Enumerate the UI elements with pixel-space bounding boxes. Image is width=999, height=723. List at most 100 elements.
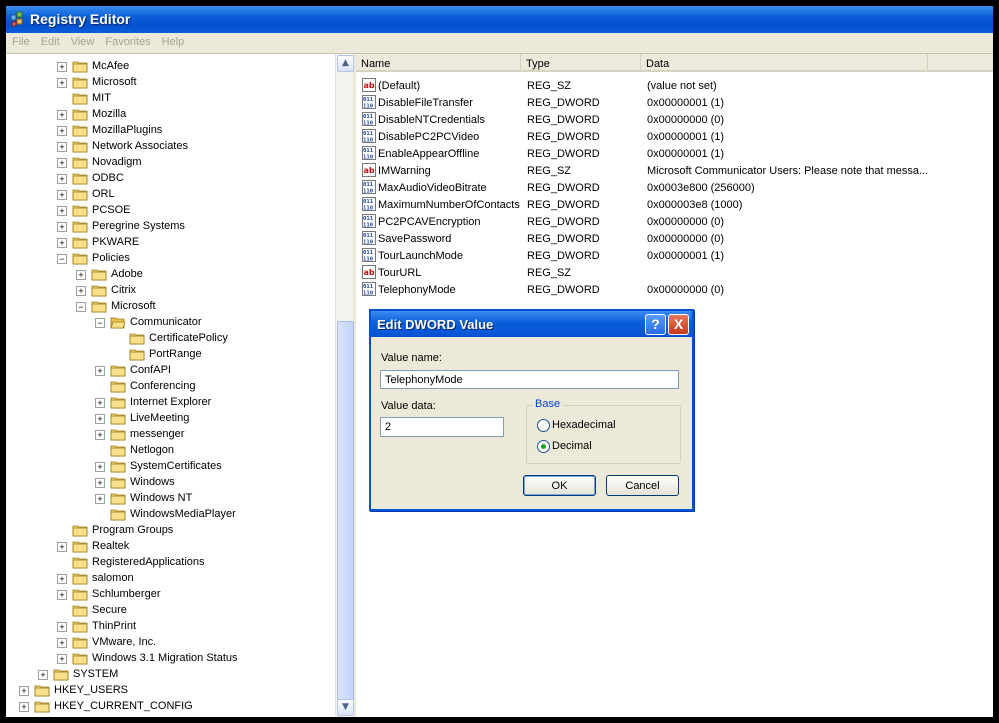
value-row[interactable]: ab TourURL REG_SZ — [356, 265, 956, 282]
tree-item[interactable]: + Novadigm — [6, 155, 336, 171]
expand-icon[interactable]: + — [57, 238, 67, 248]
tree-item[interactable]: PortRange — [6, 347, 336, 363]
value-row[interactable]: 011 110 EnableAppearOffline REG_DWORD 0x0000… — [356, 146, 956, 163]
tree-item[interactable]: + Citrix — [6, 283, 336, 299]
scroll-up-button[interactable]: ▲ — [337, 55, 354, 72]
tree-item[interactable]: CertificatePolicy — [6, 331, 336, 347]
ok-button[interactable]: OK — [523, 475, 596, 496]
expand-icon[interactable]: + — [95, 414, 105, 424]
tree-item[interactable]: + salomon — [6, 571, 336, 587]
expand-icon[interactable]: + — [57, 654, 67, 664]
tree-item[interactable]: + SYSTEM — [6, 667, 336, 683]
tree-item[interactable]: + ConfAPI — [6, 363, 336, 379]
expand-icon[interactable]: + — [57, 62, 67, 72]
collapse-icon[interactable]: − — [76, 302, 86, 312]
expand-icon[interactable]: + — [95, 478, 105, 488]
expand-icon[interactable]: + — [57, 590, 67, 600]
value-row[interactable]: 011 110 TelephonyMode REG_DWORD 0x00000000 (… — [356, 282, 956, 299]
tree-item[interactable]: + ORL — [6, 187, 336, 203]
tree-item[interactable]: + VMware, Inc. — [6, 635, 336, 651]
expand-icon[interactable]: + — [95, 398, 105, 408]
tree-item[interactable]: + Network Associates — [6, 139, 336, 155]
expand-icon[interactable]: + — [57, 222, 67, 232]
tree-item[interactable]: + HKEY_USERS — [6, 683, 336, 699]
tree-item[interactable]: + Schlumberger — [6, 587, 336, 603]
tree-item[interactable]: − Communicator — [6, 315, 336, 331]
tree-item[interactable]: + Microsoft — [6, 75, 336, 91]
tree-item[interactable]: + ODBC — [6, 171, 336, 187]
collapse-icon[interactable]: − — [95, 318, 105, 328]
expand-icon[interactable]: + — [95, 462, 105, 472]
menu-favorites[interactable]: Favorites — [99, 33, 155, 48]
column-header-data[interactable]: Data — [641, 54, 928, 72]
expand-icon[interactable]: + — [57, 190, 67, 200]
tree-item[interactable]: + Mozilla — [6, 107, 336, 123]
tree-item[interactable]: + Windows — [6, 475, 336, 491]
tree-item[interactable]: + MozillaPlugins — [6, 123, 336, 139]
dialog-title-bar[interactable]: Edit DWORD Value ? X — [371, 311, 692, 337]
tree-item[interactable]: + McAfee — [6, 59, 336, 75]
tree-item[interactable]: + ThinPrint — [6, 619, 336, 635]
tree-item[interactable]: MIT — [6, 91, 336, 107]
scroll-thumb[interactable] — [337, 321, 354, 706]
value-row[interactable]: 011 110 SavePassword REG_DWORD 0x00000000 (0… — [356, 231, 956, 248]
expand-icon[interactable]: + — [95, 366, 105, 376]
cancel-button[interactable]: Cancel — [606, 475, 679, 496]
tree-item[interactable]: − Microsoft — [6, 299, 336, 315]
close-button[interactable]: X — [668, 314, 689, 335]
tree-item[interactable]: + PCSOE — [6, 203, 336, 219]
value-row[interactable]: 011 110 MaxAudioVideoBitrate REG_DWORD 0x000… — [356, 180, 956, 197]
tree-item[interactable]: + Peregrine Systems — [6, 219, 336, 235]
expand-icon[interactable]: + — [57, 206, 67, 216]
expand-icon[interactable]: + — [57, 110, 67, 120]
expand-icon[interactable]: + — [19, 702, 29, 712]
tree-item[interactable]: Netlogon — [6, 443, 336, 459]
expand-icon[interactable]: + — [57, 638, 67, 648]
expand-icon[interactable]: + — [57, 622, 67, 632]
tree-item[interactable]: WindowsMediaPlayer — [6, 507, 336, 523]
value-row[interactable]: 011 110 MaximumNumberOfContacts REG_DWORD 0x… — [356, 197, 956, 214]
value-name-field[interactable]: TelephonyMode — [380, 370, 679, 389]
expand-icon[interactable]: + — [95, 430, 105, 440]
decimal-label[interactable]: Decimal — [552, 440, 592, 452]
expand-icon[interactable]: + — [57, 542, 67, 552]
value-row[interactable]: ab IMWarning REG_SZ Microsoft Communicator … — [356, 163, 956, 180]
expand-icon[interactable]: + — [76, 286, 86, 296]
title-bar[interactable]: Registry Editor — [6, 6, 993, 33]
expand-icon[interactable]: + — [57, 174, 67, 184]
tree-item[interactable]: − Policies — [6, 251, 336, 267]
tree-item[interactable]: + Realtek — [6, 539, 336, 555]
expand-icon[interactable]: + — [57, 78, 67, 88]
expand-icon[interactable]: + — [57, 158, 67, 168]
value-data-input[interactable]: 2 — [380, 417, 504, 437]
expand-icon[interactable]: + — [57, 142, 67, 152]
tree-item[interactable]: + Adobe — [6, 267, 336, 283]
scroll-down-button[interactable]: ▼ — [337, 699, 354, 716]
value-row[interactable]: 011 110 DisableNTCredentials REG_DWORD 0x000… — [356, 112, 956, 129]
menu-file[interactable]: File — [6, 33, 35, 48]
expand-icon[interactable]: + — [57, 126, 67, 136]
tree-item[interactable]: + messenger — [6, 427, 336, 443]
expand-icon[interactable]: + — [19, 686, 29, 696]
menu-view[interactable]: View — [65, 33, 100, 48]
expand-icon[interactable]: + — [76, 270, 86, 280]
hexadecimal-radio[interactable] — [537, 419, 550, 432]
expand-icon[interactable]: + — [38, 670, 48, 680]
hexadecimal-label[interactable]: Hexadecimal — [552, 419, 616, 431]
value-row[interactable]: 011 110 DisableFileTransfer REG_DWORD 0x0000… — [356, 95, 956, 112]
value-row[interactable]: 011 110 TourLaunchMode REG_DWORD 0x00000001 … — [356, 248, 956, 265]
help-button[interactable]: ? — [645, 314, 666, 335]
tree-item[interactable]: Secure — [6, 603, 336, 619]
menu-edit[interactable]: Edit — [35, 33, 65, 48]
tree-item[interactable]: + Windows NT — [6, 491, 336, 507]
tree-item[interactable]: + PKWARE — [6, 235, 336, 251]
tree-item[interactable]: + HKEY_CURRENT_CONFIG — [6, 699, 336, 715]
tree-item[interactable]: Conferencing — [6, 379, 336, 395]
value-row[interactable]: 011 110 PC2PCAVEncryption REG_DWORD 0x000000… — [356, 214, 956, 231]
tree-item[interactable]: + Windows 3.1 Migration Status — [6, 651, 336, 667]
column-header-name[interactable]: Name — [356, 54, 521, 72]
tree-item[interactable]: + Internet Explorer — [6, 395, 336, 411]
expand-icon[interactable]: + — [95, 494, 105, 504]
column-header-type[interactable]: Type — [521, 54, 641, 72]
tree-item[interactable]: + SystemCertificates — [6, 459, 336, 475]
